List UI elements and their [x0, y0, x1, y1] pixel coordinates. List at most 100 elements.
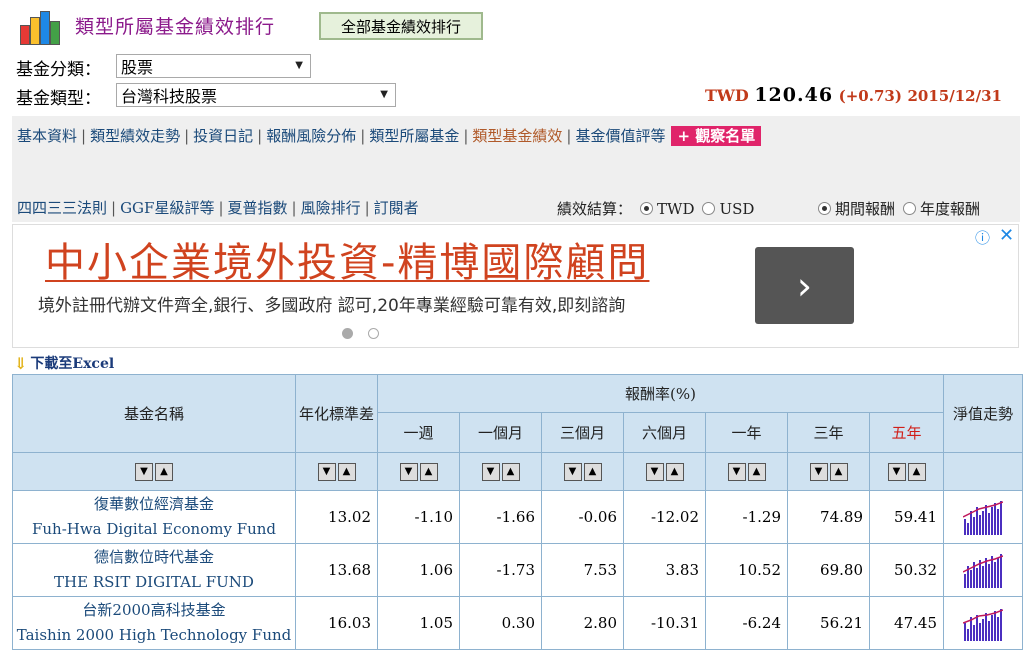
- nav-invest-diary[interactable]: 投資日記: [193, 127, 253, 145]
- ad-info-icon[interactable]: ⓘ: [975, 227, 990, 248]
- sort-cell-empty: ▼ ▲: [12, 452, 296, 491]
- sort-asc-icon[interactable]: ▲: [419, 463, 438, 482]
- nav-risk-ranking[interactable]: 風險排行: [301, 199, 361, 217]
- sort-asc-icon[interactable]: ▲: [907, 463, 926, 482]
- category-select-value: 股票: [121, 58, 154, 77]
- category-select[interactable]: 股票 ▼: [116, 54, 311, 78]
- radio-annual-label: 年度報酬: [920, 200, 981, 218]
- sort-cell: ▼ ▲: [459, 452, 542, 491]
- std-value: 13.68: [295, 543, 378, 597]
- return-1w: 1.06: [377, 543, 460, 597]
- sort-cell: ▼ ▲: [705, 452, 788, 491]
- ad-title[interactable]: 中小企業境外投資-精博國際顧問: [45, 230, 649, 288]
- fund-name-en[interactable]: Fuh-Hwa Digital Economy Fund: [13, 517, 295, 542]
- dropdown-arrow-icon: ▼: [295, 60, 303, 71]
- nav-sharpe[interactable]: 夏普指數: [228, 199, 288, 217]
- sort-asc-icon[interactable]: ▲: [155, 463, 173, 482]
- perf-settle-label: 績效結算：: [557, 200, 633, 218]
- fund-name-cell[interactable]: 德信數位時代基金 THE RSIT DIGITAL FUND: [12, 543, 296, 597]
- nav-ggf-rating[interactable]: GGF星級評等: [120, 199, 214, 217]
- sort-cell: ▼ ▲: [377, 452, 460, 491]
- fund-performance-table: 基金名稱 年化標準差 報酬率(%) 淨值走勢 一週 一個月 三個月 六個月 一年…: [12, 374, 1023, 650]
- col-header-5y: 五年: [869, 412, 944, 453]
- sort-desc-icon[interactable]: ▼: [809, 463, 828, 482]
- return-5y: 59.41: [869, 490, 944, 544]
- return-1m: -1.73: [459, 543, 542, 597]
- fund-name-zh[interactable]: 台新2000高科技基金: [13, 598, 295, 623]
- download-excel-label: 下載至Excel: [30, 356, 115, 372]
- download-excel-link[interactable]: ⇓ 下載至Excel: [14, 353, 114, 373]
- col-header-fund-name: 基金名稱: [12, 374, 296, 453]
- fund-name-zh[interactable]: 復華數位經濟基金: [13, 492, 295, 517]
- ad-next-button[interactable]: ›: [755, 247, 854, 324]
- index-date: 2015/12/31: [907, 87, 1002, 105]
- return-3y: 74.89: [787, 490, 870, 544]
- nav-type-funds[interactable]: 類型所屬基金: [369, 127, 459, 145]
- return-3y: 69.80: [787, 543, 870, 597]
- nav-trend-cell[interactable]: [943, 490, 1023, 544]
- nav-trend-cell[interactable]: [943, 596, 1023, 650]
- sort-desc-icon[interactable]: ▼: [317, 463, 336, 482]
- sort-cell: ▼ ▲: [295, 452, 378, 491]
- return-1y: -6.24: [705, 596, 788, 650]
- sort-desc-icon[interactable]: ▼: [727, 463, 746, 482]
- carousel-dot-active[interactable]: [342, 328, 353, 339]
- radio-usd[interactable]: [702, 202, 716, 215]
- radio-period-return[interactable]: [818, 202, 831, 215]
- all-funds-ranking-button[interactable]: 全部基金績效排行: [319, 12, 483, 40]
- carousel-dot[interactable]: [368, 328, 379, 339]
- return-3m: 7.53: [541, 543, 624, 597]
- table-row: 復華數位經濟基金 Fuh-Hwa Digital Economy Fund 13.…: [12, 490, 1023, 544]
- sort-asc-icon[interactable]: ▲: [829, 463, 848, 482]
- sort-desc-icon[interactable]: ▼: [887, 463, 906, 482]
- col-header-1m: 一個月: [459, 412, 542, 453]
- return-3m: 2.80: [541, 596, 624, 650]
- fund-name-en[interactable]: Taishin 2000 High Technology Fund: [13, 623, 295, 648]
- return-6m: -12.02: [623, 490, 706, 544]
- sort-cell-empty: [943, 452, 1023, 491]
- radio-twd[interactable]: [640, 202, 654, 215]
- nav-type-trend[interactable]: 類型績效走勢: [90, 127, 180, 145]
- col-header-1w: 一週: [377, 412, 460, 453]
- sort-asc-icon[interactable]: ▲: [665, 463, 684, 482]
- sort-desc-icon[interactable]: ▼: [645, 463, 664, 482]
- index-change: (+0.73): [838, 87, 902, 105]
- fund-name-cell[interactable]: 復華數位經濟基金 Fuh-Hwa Digital Economy Fund: [12, 490, 296, 544]
- sort-asc-icon[interactable]: ▲: [747, 463, 766, 482]
- sort-asc-icon[interactable]: ▲: [583, 463, 602, 482]
- sort-asc-icon[interactable]: ▲: [501, 463, 520, 482]
- page-title: 類型所屬基金績效排行: [75, 16, 276, 38]
- index-quote: TWD 120.46 (+0.73) 2015/12/31: [705, 84, 1002, 106]
- nav-sparkline-icon[interactable]: [963, 603, 1003, 643]
- nav-type-performance[interactable]: 類型基金績效: [472, 127, 562, 145]
- std-value: 16.03: [295, 596, 378, 650]
- type-label: 基金類型：: [16, 89, 101, 109]
- nav-basic-info[interactable]: 基本資料: [17, 127, 77, 145]
- ad-close-icon[interactable]: ✕: [999, 225, 1014, 246]
- fund-name-zh[interactable]: 德信數位時代基金: [13, 545, 295, 570]
- sort-desc-icon[interactable]: ▼: [481, 463, 500, 482]
- nav-value-rating[interactable]: 基金價值評等: [575, 127, 665, 145]
- radio-annual-return[interactable]: [903, 202, 917, 215]
- nav-trend-cell[interactable]: [943, 543, 1023, 597]
- return-5y: 47.45: [869, 596, 944, 650]
- fund-name-cell[interactable]: 台新2000高科技基金 Taishin 2000 High Technology …: [12, 596, 296, 650]
- sort-desc-icon[interactable]: ▼: [135, 463, 153, 482]
- bar-chart-logo-icon: [18, 7, 60, 45]
- sort-desc-icon[interactable]: ▼: [399, 463, 418, 482]
- sort-asc-icon[interactable]: ▲: [337, 463, 356, 482]
- nav-sparkline-icon[interactable]: [963, 550, 1003, 590]
- watchlist-button[interactable]: + 觀察名單: [671, 126, 762, 146]
- nav-sparkline-icon[interactable]: [963, 497, 1003, 537]
- return-1m: -1.66: [459, 490, 542, 544]
- nav-subscribers[interactable]: 訂閱者: [374, 199, 419, 217]
- type-select[interactable]: 台灣科技股票 ▼: [116, 83, 396, 107]
- category-label: 基金分類：: [16, 60, 101, 80]
- nav-4433-rule[interactable]: 四四三三法則: [17, 199, 107, 217]
- return-3m: -0.06: [541, 490, 624, 544]
- sort-desc-icon[interactable]: ▼: [563, 463, 582, 482]
- fund-name-en[interactable]: THE RSIT DIGITAL FUND: [13, 570, 295, 595]
- nav-risk-return[interactable]: 報酬風險分佈: [266, 127, 356, 145]
- nav-row-2: 四四三三法則 | GGF星級評等 | 夏普指數 | 風險排行 | 訂閱者: [17, 199, 419, 217]
- return-1y: -1.29: [705, 490, 788, 544]
